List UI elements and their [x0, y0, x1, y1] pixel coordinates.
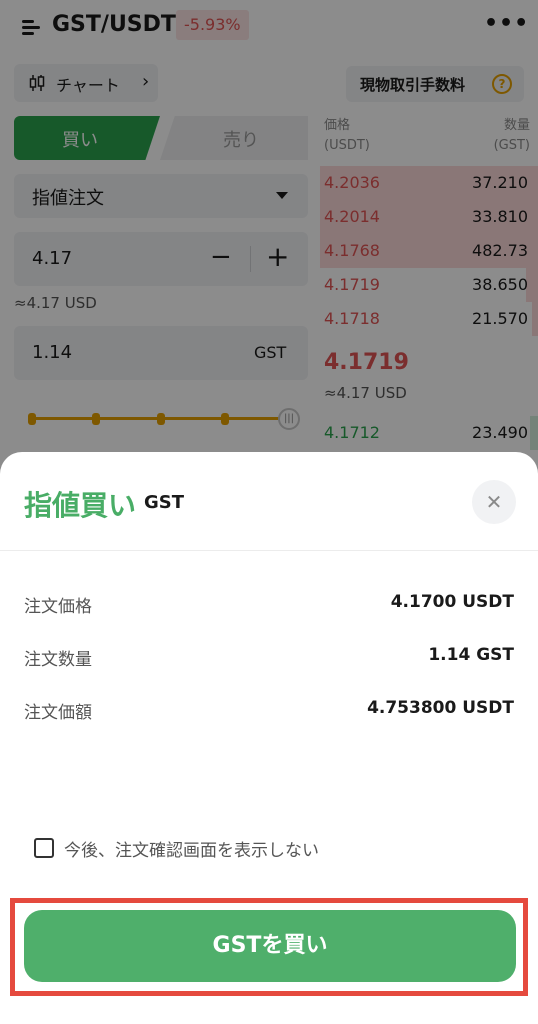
order-amount-row: 注文価額 4.753800 USDT: [24, 696, 514, 724]
sheet-title: 指値買い: [24, 489, 137, 522]
order-amount-label: 注文価額: [24, 703, 92, 723]
order-price-label: 注文価格: [24, 597, 92, 617]
order-price-row: 注文価格 4.1700 USDT: [24, 590, 514, 618]
sheet-symbol: GST: [144, 492, 185, 513]
order-quantity-label: 注文数量: [24, 650, 92, 670]
buy-gst-button[interactable]: GSTを買い: [24, 910, 516, 982]
order-price-value: 4.1700 USDT: [390, 592, 514, 612]
order-amount-value: 4.753800 USDT: [367, 698, 514, 718]
order-confirm-sheet: 指値買い GST ✕ 注文価格 4.1700 USDT 注文数量 1.14 GS…: [0, 452, 538, 1024]
dont-show-label[interactable]: 今後、注文確認画面を表示しない: [64, 836, 319, 861]
order-quantity-value: 1.14 GST: [428, 645, 514, 665]
order-quantity-row: 注文数量 1.14 GST: [24, 643, 514, 671]
dont-show-checkbox[interactable]: [34, 838, 54, 858]
divider: [0, 550, 538, 551]
close-icon[interactable]: ✕: [472, 480, 516, 524]
